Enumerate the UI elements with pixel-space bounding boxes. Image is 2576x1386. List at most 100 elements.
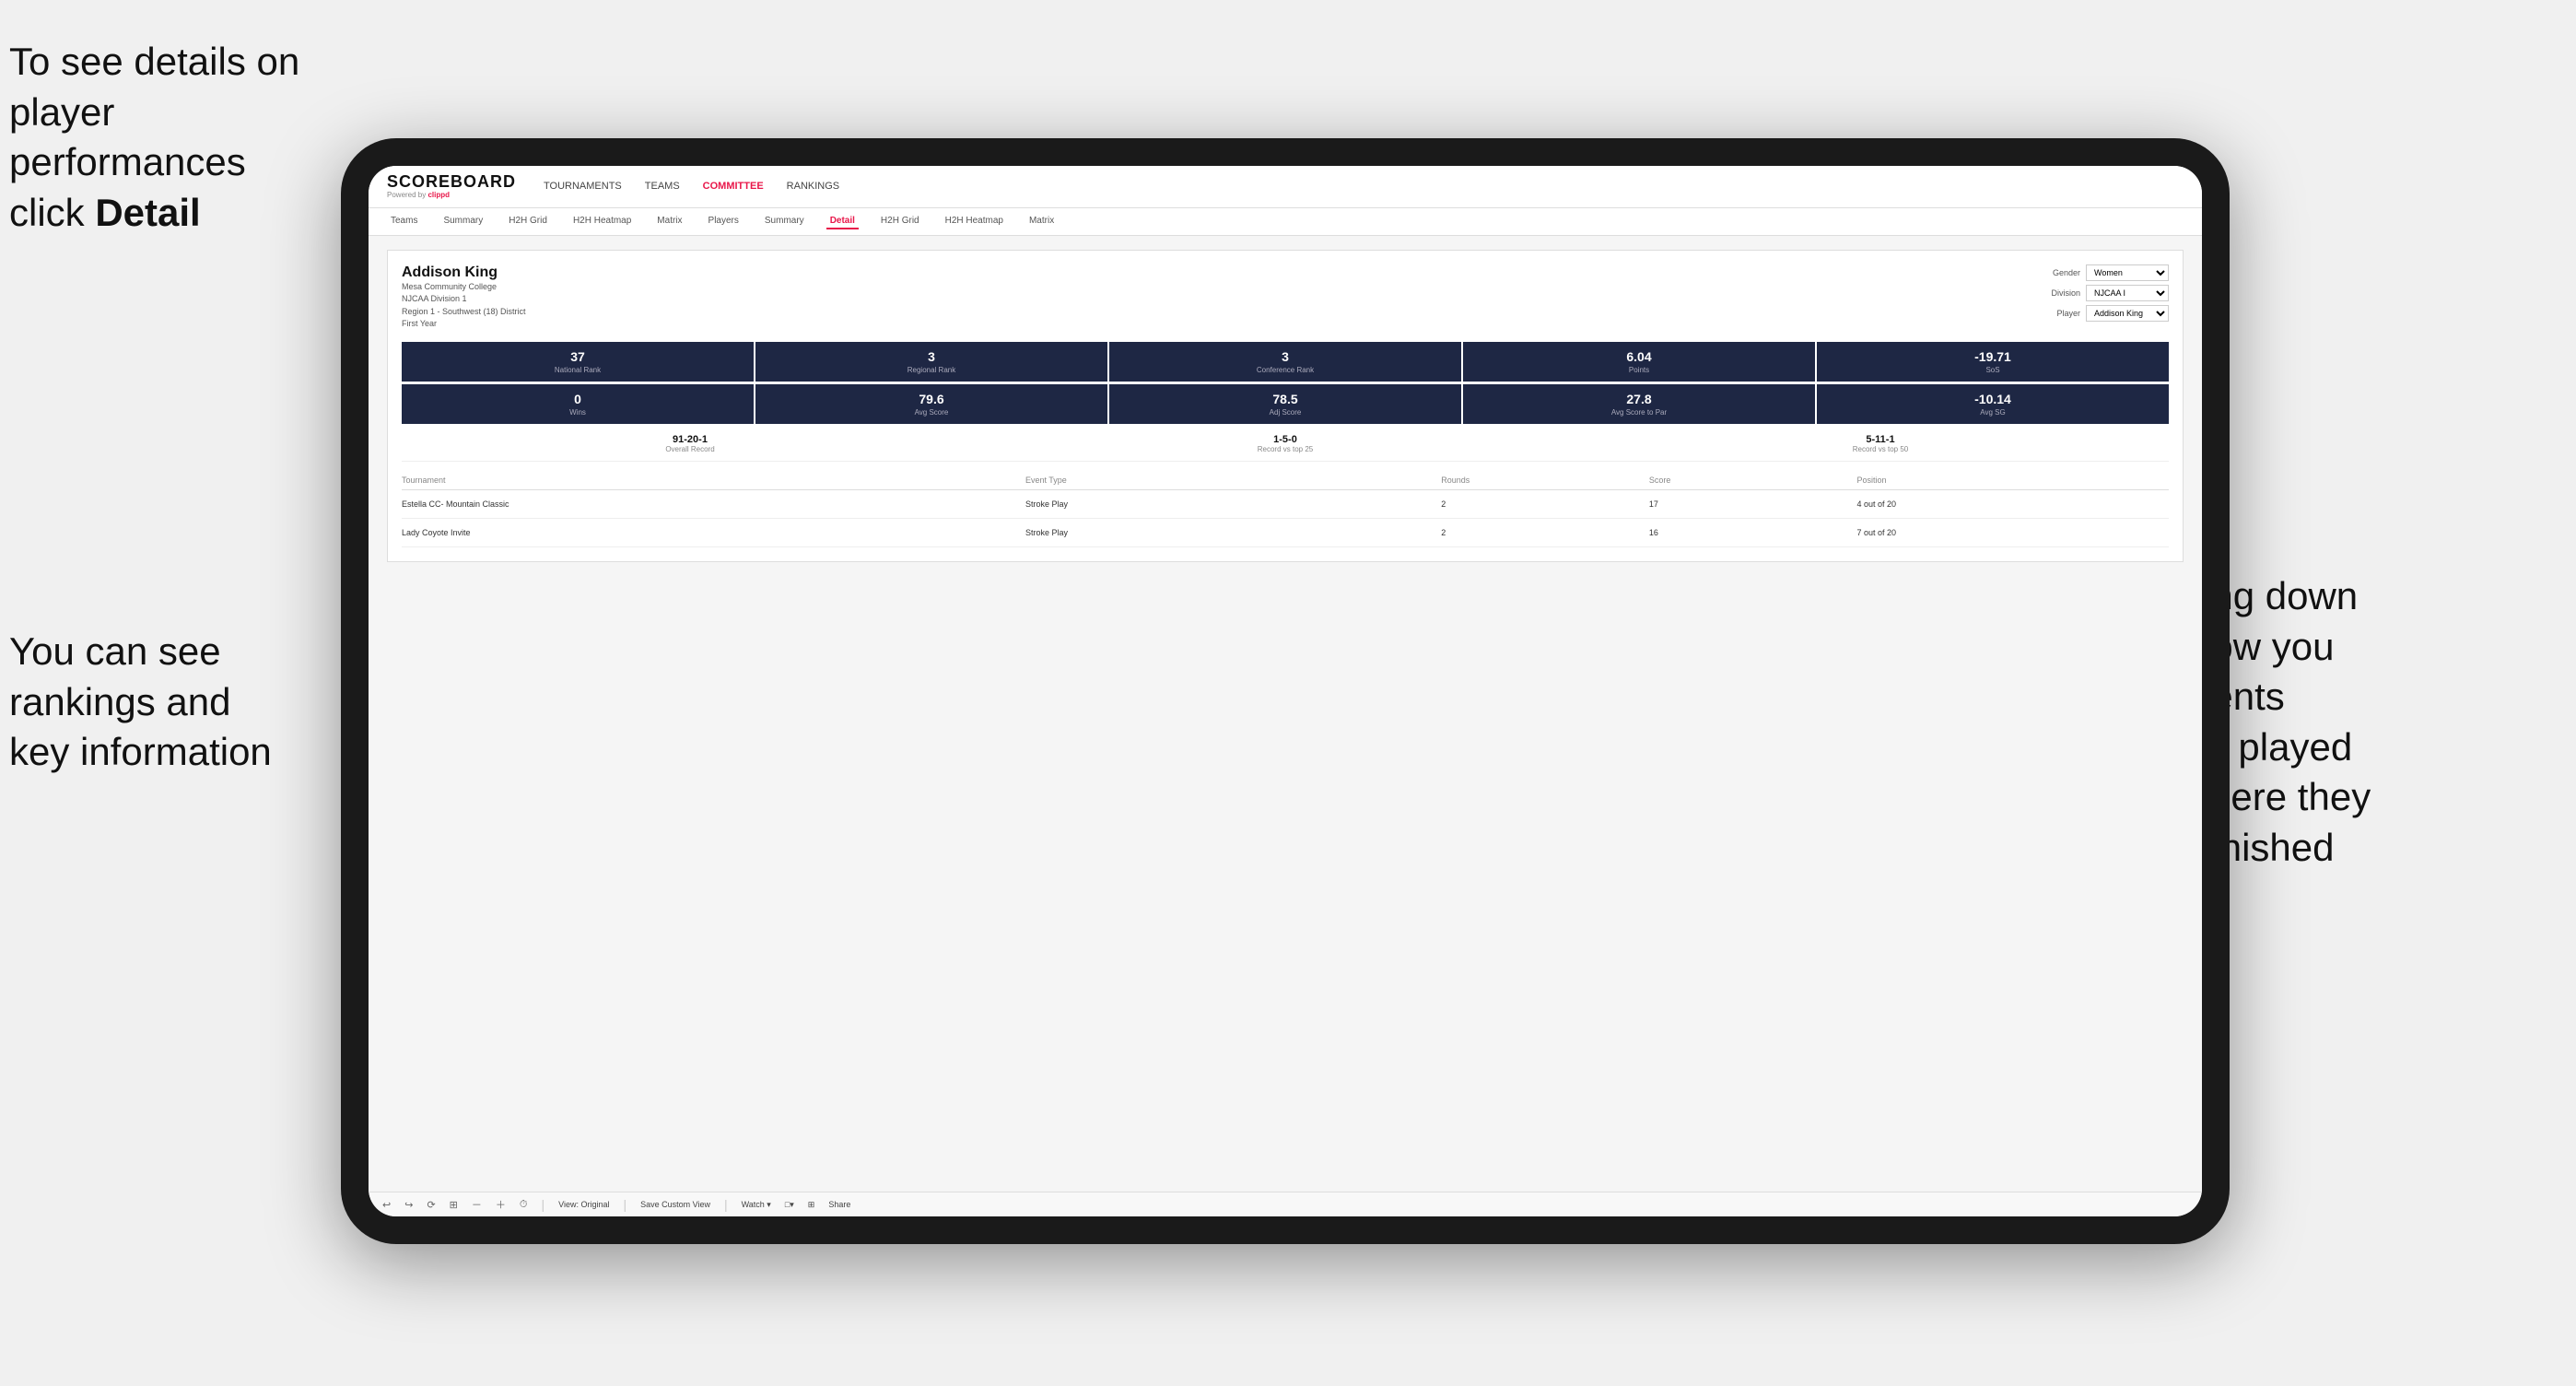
division-select[interactable]: NJCAA I [2086,285,2169,301]
table-header: Tournament Event Type Rounds Score Posit… [402,471,2169,490]
subnav-h2h-grid2[interactable]: H2H Grid [877,214,923,229]
logo-scoreboard: SCOREBOARD [387,173,516,192]
player-division: NJCAA Division 1 [402,293,526,306]
records-row: 91-20-1 Overall Record 1-5-0 Record vs t… [402,427,2169,462]
stat-national-rank-value: 37 [411,349,744,364]
player-info: Addison King Mesa Community College NJCA… [402,264,526,331]
stat-adj-score: 78.5 Adj Score [1109,384,1461,424]
logo-powered: Powered by clippd [387,192,516,200]
stat-sos-value: -19.71 [1826,349,2160,364]
player-name: Addison King [402,264,526,281]
row2-position: 7 out of 20 [1857,528,2169,537]
player-select[interactable]: Addison King [2086,305,2169,322]
annotation-line1: To see details on [9,40,299,83]
stat-adj-score-label: Adj Score [1118,408,1452,417]
subnav-detail[interactable]: Detail [826,214,859,229]
subnav-h2h-heatmap2[interactable]: H2H Heatmap [942,214,1007,229]
stat-conference-rank-value: 3 [1118,349,1452,364]
toolbar-share[interactable]: Share [828,1200,850,1209]
top-nav: SCOREBOARD Powered by clippd TOURNAMENTS… [369,166,2202,208]
nav-committee[interactable]: COMMITTEE [703,181,764,192]
stat-national-rank-label: National Rank [411,366,744,374]
player-row: Player Addison King [2039,305,2169,322]
subnav-teams[interactable]: Teams [387,214,421,229]
toolbar-minus[interactable]: － [472,1197,482,1212]
stat-avg-score: 79.6 Avg Score [755,384,1107,424]
subnav-h2h-grid[interactable]: H2H Grid [505,214,551,229]
player-header: Addison King Mesa Community College NJCA… [402,264,2169,331]
gender-row: Gender Women [2039,264,2169,281]
stat-points: 6.04 Points [1463,342,1815,382]
stat-sos-label: SoS [1826,366,2160,374]
toolbar-expand[interactable]: ⊞ [808,1200,815,1210]
stat-avg-sg-value: -10.14 [1826,392,2160,406]
record-top25-label: Record vs top 25 [997,445,1574,453]
stat-wins-label: Wins [411,408,744,417]
subnav-matrix[interactable]: Matrix [653,214,685,229]
record-top50: 5-11-1 Record vs top 50 [1592,434,2169,453]
subnav-summary[interactable]: Summary [439,214,486,229]
row1-tournament: Estella CC- Mountain Classic [402,499,1025,509]
toolbar-refresh[interactable]: ⟳ [427,1199,435,1211]
nav-tournaments[interactable]: TOURNAMENTS [544,181,622,192]
stat-avg-sg: -10.14 Avg SG [1817,384,2169,424]
record-overall-value: 91-20-1 [402,434,978,445]
col-event-type: Event Type [1025,476,1441,485]
toolbar-screen[interactable]: □▾ [785,1200,794,1210]
subnav-matrix2[interactable]: Matrix [1025,214,1058,229]
player-school: Mesa Community College [402,281,526,294]
stat-avg-score-par-label: Avg Score to Par [1472,408,1806,417]
row1-rounds: 2 [1441,499,1649,509]
row2-event-type: Stroke Play [1025,528,1441,537]
player-selectors: Gender Women Division NJCAA I [2039,264,2169,322]
nav-rankings[interactable]: RANKINGS [787,181,839,192]
toolbar-sep1: | [541,1197,544,1212]
toolbar-watch[interactable]: Watch ▾ [742,1200,771,1210]
subnav-h2h-heatmap[interactable]: H2H Heatmap [569,214,635,229]
toolbar-undo[interactable]: ↩ [382,1199,391,1211]
toolbar-save-custom[interactable]: Save Custom View [640,1200,710,1209]
toolbar-sep3: | [724,1197,728,1212]
stat-sos: -19.71 SoS [1817,342,2169,382]
annotation-bl-line3: key information [9,730,272,773]
stat-wins: 0 Wins [402,384,754,424]
stat-conference-rank: 3 Conference Rank [1109,342,1461,382]
gender-label: Gender [2039,268,2080,277]
toolbar-view-original[interactable]: View: Original [558,1200,609,1209]
toolbar-plus[interactable]: ＋ [496,1197,506,1212]
table-row: Lady Coyote Invite Stroke Play 2 16 7 ou… [402,519,2169,547]
annotation-topleft: To see details on player performances cl… [9,37,359,238]
stat-avg-score-value: 79.6 [765,392,1098,406]
col-position: Position [1857,476,2169,485]
stat-avg-score-par-value: 27.8 [1472,392,1806,406]
annotation-line2: player performances [9,90,246,184]
annotation-line3-bold: Detail [95,191,200,234]
sub-nav: Teams Summary H2H Grid H2H Heatmap Matri… [369,208,2202,236]
stat-avg-score-par: 27.8 Avg Score to Par [1463,384,1815,424]
stat-adj-score-value: 78.5 [1118,392,1452,406]
record-top25-value: 1-5-0 [997,434,1574,445]
subnav-players[interactable]: Players [705,214,743,229]
top-nav-links: TOURNAMENTS TEAMS COMMITTEE RANKINGS [544,181,839,192]
toolbar-grid[interactable]: ⊞ [450,1199,458,1211]
record-overall-label: Overall Record [402,445,978,453]
tablet-shell: SCOREBOARD Powered by clippd TOURNAMENTS… [341,138,2230,1244]
stat-avg-score-label: Avg Score [765,408,1098,417]
subnav-summary2[interactable]: Summary [761,214,808,229]
annotation-bl-line2: rankings and [9,680,231,723]
tablet-screen: SCOREBOARD Powered by clippd TOURNAMENTS… [369,166,2202,1216]
toolbar-clock[interactable]: ⏱ [520,1199,528,1211]
nav-teams[interactable]: TEAMS [645,181,680,192]
row2-rounds: 2 [1441,528,1649,537]
record-top25: 1-5-0 Record vs top 25 [997,434,1574,453]
player-year: First Year [402,318,526,331]
main-content: Addison King Mesa Community College NJCA… [369,236,2202,1192]
toolbar-sep2: | [623,1197,626,1212]
app-container: SCOREBOARD Powered by clippd TOURNAMENTS… [369,166,2202,1216]
record-top50-label: Record vs top 50 [1592,445,2169,453]
logo-area: SCOREBOARD Powered by clippd [387,173,516,200]
gender-select[interactable]: Women [2086,264,2169,281]
toolbar-redo[interactable]: ↪ [404,1199,413,1211]
row1-position: 4 out of 20 [1857,499,2169,509]
stat-regional-rank-label: Regional Rank [765,366,1098,374]
